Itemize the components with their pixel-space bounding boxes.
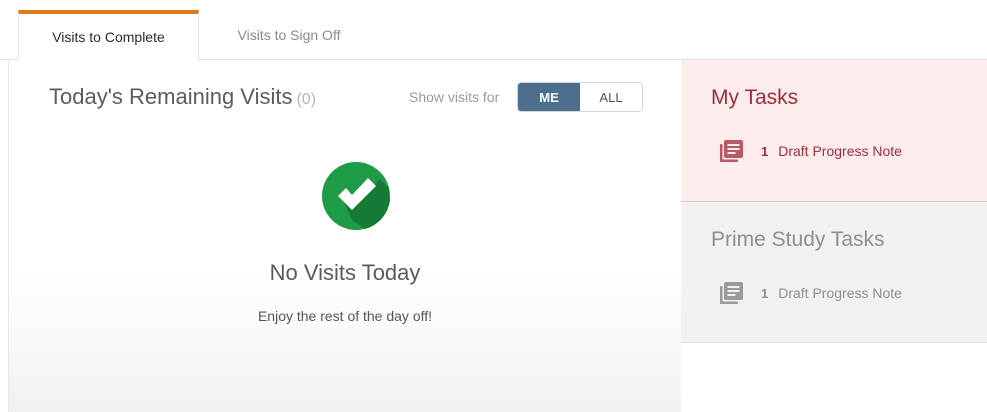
empty-state-title: No Visits Today xyxy=(269,260,421,285)
task-item[interactable]: 1 Draft Progress Note xyxy=(719,140,902,162)
tab-label: Visits to Sign Off xyxy=(237,26,341,43)
tab-bar: Visits to Complete Visits to Sign Off xyxy=(0,0,987,60)
remaining-visits-panel: Today's Remaining Visits (0) Show visits … xyxy=(8,60,681,412)
check-circle-icon xyxy=(322,162,390,230)
prime-study-tasks-panel: Prime Study Tasks 1 Draft Progress Note xyxy=(681,202,987,343)
remaining-visits-title: Today's Remaining Visits xyxy=(49,84,293,109)
prime-study-tasks-title: Prime Study Tasks xyxy=(711,228,885,251)
my-tasks-panel: My Tasks 1 Draft Progress Note xyxy=(681,60,987,202)
tab-visits-to-sign-off[interactable]: Visits to Sign Off xyxy=(199,10,379,59)
task-item[interactable]: 1 Draft Progress Note xyxy=(719,282,902,304)
page-title: Today's Remaining Visits (0) xyxy=(49,84,316,110)
tab-label: Visits to Complete xyxy=(52,28,165,45)
task-label: Draft Progress Note xyxy=(778,143,902,159)
empty-state-message: Enjoy the rest of the day off! xyxy=(257,308,433,324)
task-count: 1 xyxy=(761,285,769,301)
filter-all-button[interactable]: ALL xyxy=(580,83,642,111)
my-tasks-title: My Tasks xyxy=(711,86,799,109)
filter-me-button[interactable]: ME xyxy=(518,83,580,111)
document-stack-icon xyxy=(720,140,743,162)
document-stack-icon xyxy=(720,282,743,304)
show-visits-for-label: Show visits for xyxy=(409,89,500,105)
task-label: Draft Progress Note xyxy=(778,285,902,301)
task-count: 1 xyxy=(761,143,769,159)
visit-count: (0) xyxy=(296,91,317,108)
tab-visits-to-complete[interactable]: Visits to Complete xyxy=(18,10,199,60)
visits-filter-toggle: ME ALL xyxy=(517,82,643,112)
